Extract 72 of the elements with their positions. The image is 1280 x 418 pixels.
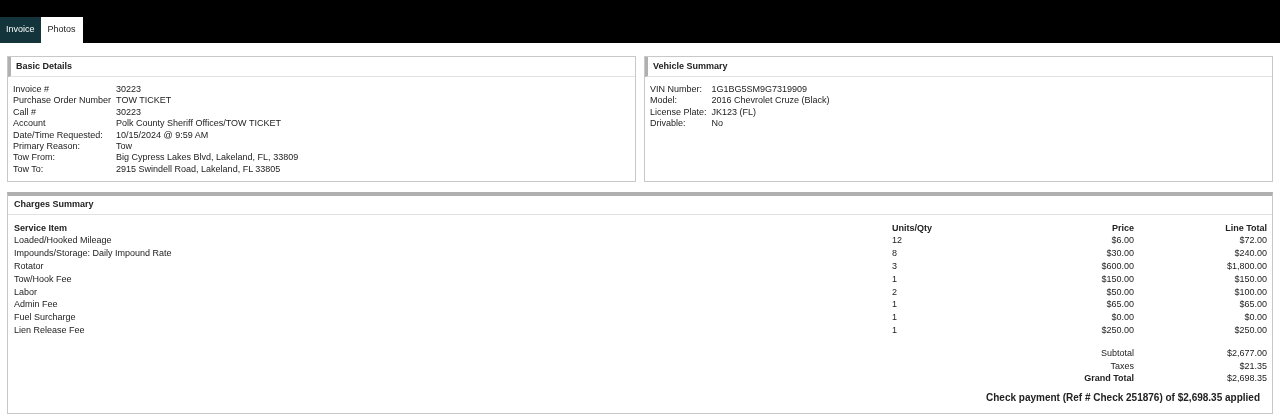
field-label: Invoice # bbox=[13, 84, 51, 96]
table-cell-text: 1 bbox=[892, 273, 898, 286]
table-cell-text: 1 bbox=[892, 325, 898, 337]
table-cell-text: $1,800.00 bbox=[1225, 261, 1267, 273]
column-header: Price bbox=[1110, 222, 1134, 235]
field-label: Account bbox=[13, 118, 47, 130]
table-cell-text: 3 bbox=[892, 261, 898, 273]
table-cell-text: $250.00 bbox=[1233, 325, 1267, 337]
tab[interactable]: Invoice bbox=[0, 17, 41, 43]
field-value: 2915 Swindell Road, Lakeland, FL 33805 bbox=[116, 163, 282, 176]
field-value: Tow bbox=[116, 141, 134, 153]
table-cell-text: Fuel Surcharge bbox=[14, 312, 77, 324]
tab[interactable]: Photos bbox=[40, 17, 83, 43]
table-cell-text: $50.00 bbox=[1105, 286, 1134, 299]
field-value: 30223 bbox=[116, 84, 143, 96]
column-header: Service Item bbox=[14, 222, 69, 235]
total-value: $21.35 bbox=[1238, 360, 1267, 373]
table-cell-text: Labor bbox=[14, 286, 39, 299]
field-value: 2016 Chevrolet Cruze (Black) bbox=[711, 95, 831, 107]
field-value: 30223 bbox=[116, 106, 143, 119]
table-cell-text: 1 bbox=[892, 299, 898, 311]
total-value: $2,698.35 bbox=[1225, 373, 1267, 385]
field-label: Date/Time Requested: bbox=[13, 129, 104, 142]
payment-note: Check payment (Ref # Check 251876) of $2,698.35 applied bbox=[986, 391, 1260, 403]
table-cell-text: $600.00 bbox=[1100, 261, 1134, 273]
field-value: 1G1BG5SM9G7319909 bbox=[711, 84, 809, 96]
field-value: Big Cypress Lakes Blvd, Lakeland, FL, 33809 bbox=[116, 152, 300, 164]
field-value: TOW TICKET bbox=[116, 95, 173, 107]
table-cell-text: $150.00 bbox=[1100, 273, 1134, 286]
table-cell-text: Loaded/Hooked Mileage bbox=[14, 235, 113, 247]
field-label: Model: bbox=[650, 95, 678, 107]
table-cell-text: $250.00 bbox=[1100, 325, 1134, 337]
table-cell-text: Admin Fee bbox=[14, 299, 59, 311]
table-cell-text: $0.00 bbox=[1243, 312, 1267, 324]
total-label: Taxes bbox=[1109, 360, 1134, 373]
column-header: Line Total bbox=[1224, 222, 1267, 235]
table-cell-text: $72.00 bbox=[1238, 235, 1267, 247]
field-label: Tow From: bbox=[13, 152, 56, 164]
total-label: Subtotal bbox=[1099, 347, 1134, 360]
table-cell-text: $65.00 bbox=[1105, 299, 1134, 311]
table-cell-text: $6.00 bbox=[1110, 235, 1134, 247]
table-cell-text: 12 bbox=[892, 235, 903, 247]
table-cell-text: $65.00 bbox=[1238, 299, 1267, 311]
table-cell-text: 1 bbox=[892, 312, 898, 324]
table-cell-text: $240.00 bbox=[1233, 248, 1267, 260]
table-cell-text: 2 bbox=[892, 286, 898, 299]
panel-title: Charges Summary bbox=[8, 196, 1272, 215]
table-cell-text: $100.00 bbox=[1233, 286, 1267, 299]
column-header: Units/Qty bbox=[892, 222, 933, 235]
total-label: Grand Total bbox=[1083, 373, 1134, 385]
field-value: 10/15/2024 @ 9:59 AM bbox=[116, 129, 210, 142]
panel-title: Vehicle Summary bbox=[645, 57, 1272, 77]
field-label: License Plate: bbox=[650, 106, 708, 119]
table-cell-text: $0.00 bbox=[1110, 312, 1134, 324]
field-label: Drivable: bbox=[650, 118, 687, 130]
field-label: Tow To: bbox=[13, 163, 45, 176]
field-label: Call # bbox=[13, 106, 37, 119]
field-value: Polk County Sheriff Offices/TOW TICKET bbox=[116, 118, 282, 130]
table-cell-text: $150.00 bbox=[1233, 273, 1267, 286]
table-cell-text: $30.00 bbox=[1105, 248, 1134, 260]
total-value: $2,677.00 bbox=[1225, 347, 1267, 360]
field-label: VIN Number: bbox=[650, 84, 703, 96]
field-value: JK123 (FL) bbox=[711, 106, 758, 119]
table-cell-text: Impounds/Storage: Daily Impound Rate bbox=[14, 248, 173, 260]
field-label: Primary Reason: bbox=[13, 141, 82, 153]
table-cell-text: Rotator bbox=[14, 261, 45, 273]
table-cell-text: Tow/Hook Fee bbox=[14, 273, 73, 286]
table-cell-text: 8 bbox=[892, 248, 898, 260]
field-value: No bbox=[711, 118, 725, 130]
field-label: Purchase Order Number bbox=[13, 95, 113, 107]
panel-title: Basic Details bbox=[8, 57, 635, 77]
table-cell-text: Lien Release Fee bbox=[14, 325, 86, 337]
